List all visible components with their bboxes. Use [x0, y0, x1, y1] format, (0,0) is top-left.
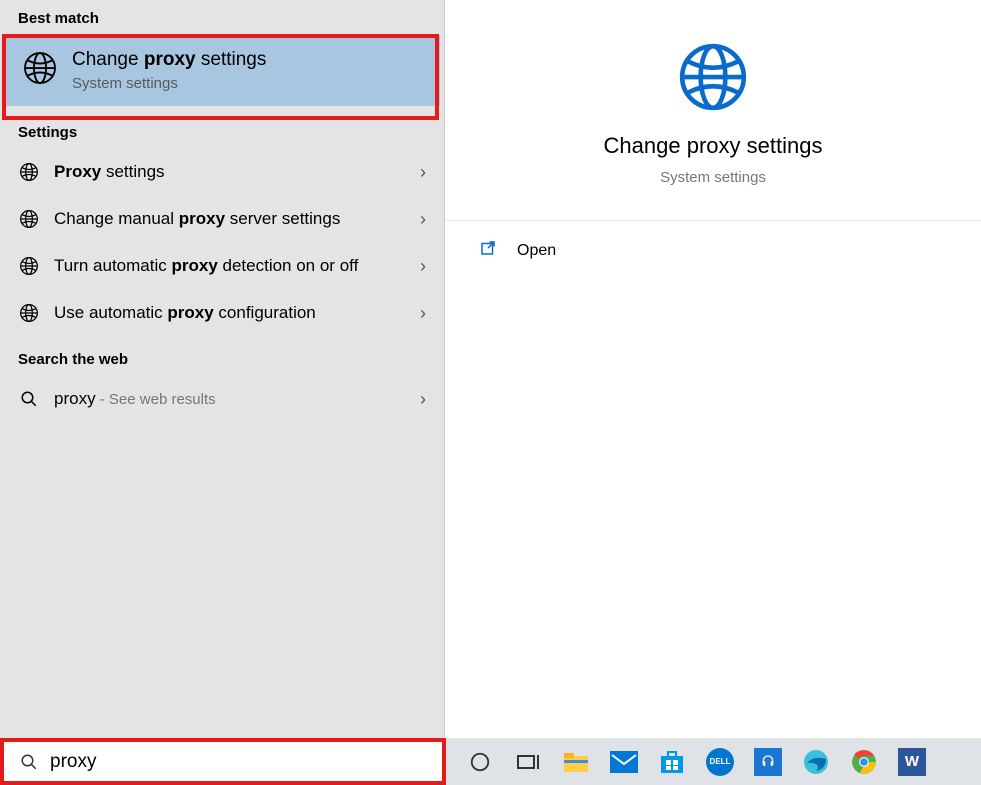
settings-result-proxy-settings[interactable]: Proxy settings › — [0, 149, 444, 196]
store-icon[interactable] — [648, 738, 696, 785]
fileexplorer-icon[interactable] — [552, 738, 600, 785]
best-match-result[interactable]: Change proxy settings System settings — [4, 35, 440, 106]
chevron-right-icon: › — [420, 256, 426, 277]
result-label: proxy - See web results — [54, 388, 410, 411]
globe-icon — [18, 256, 40, 276]
chrome-icon[interactable] — [840, 738, 888, 785]
chevron-right-icon: › — [420, 162, 426, 183]
chevron-right-icon: › — [420, 389, 426, 410]
preview-hero: Change proxy settings System settings — [445, 0, 981, 221]
cortana-icon[interactable] — [456, 738, 504, 785]
best-match-title: Change proxy settings — [72, 49, 266, 71]
open-label: Open — [517, 242, 556, 260]
preview-subtitle: System settings — [445, 169, 981, 186]
start-search-panel: Best match Change proxy settings System … — [0, 0, 981, 738]
word-icon[interactable]: W — [888, 738, 936, 785]
settings-header: Settings — [0, 106, 444, 149]
globe-icon — [18, 209, 40, 229]
preview-title: Change proxy settings — [445, 133, 981, 159]
result-label: Proxy settings — [54, 161, 410, 184]
taskbar: DELL W — [0, 738, 981, 785]
taskbar-search-box[interactable] — [4, 742, 442, 782]
settings-result-auto-proxy-config[interactable]: Use automatic proxy configuration › — [0, 290, 444, 337]
result-label: Change manual proxy server settings — [54, 208, 410, 231]
globe-icon — [676, 101, 750, 118]
globe-icon — [18, 303, 40, 323]
best-match-header: Best match — [0, 0, 444, 35]
result-label: Turn automatic proxy detection on or off — [54, 255, 410, 278]
search-icon — [18, 390, 40, 408]
support-icon[interactable] — [744, 738, 792, 785]
open-icon — [479, 239, 517, 262]
search-results-left: Best match Change proxy settings System … — [0, 0, 445, 738]
globe-icon — [22, 50, 58, 91]
search-icon — [20, 753, 38, 771]
open-action[interactable]: Open — [445, 221, 981, 280]
settings-result-manual-proxy[interactable]: Change manual proxy server settings › — [0, 196, 444, 243]
taskbar-icons: DELL W — [456, 738, 936, 785]
settings-result-auto-proxy-toggle[interactable]: Turn automatic proxy detection on or off… — [0, 243, 444, 290]
chevron-right-icon: › — [420, 303, 426, 324]
taskview-icon[interactable] — [504, 738, 552, 785]
dell-icon[interactable]: DELL — [696, 738, 744, 785]
result-label: Use automatic proxy configuration — [54, 302, 410, 325]
mail-icon[interactable] — [600, 738, 648, 785]
web-header: Search the web — [0, 337, 444, 376]
best-match-subtitle: System settings — [72, 75, 266, 92]
edge-icon[interactable] — [792, 738, 840, 785]
best-match-text: Change proxy settings System settings — [72, 49, 266, 92]
search-input[interactable] — [50, 751, 442, 773]
search-preview-right: Change proxy settings System settings Op… — [445, 0, 981, 738]
chevron-right-icon: › — [420, 209, 426, 230]
globe-icon — [18, 162, 40, 182]
web-result-proxy[interactable]: proxy - See web results › — [0, 376, 444, 423]
